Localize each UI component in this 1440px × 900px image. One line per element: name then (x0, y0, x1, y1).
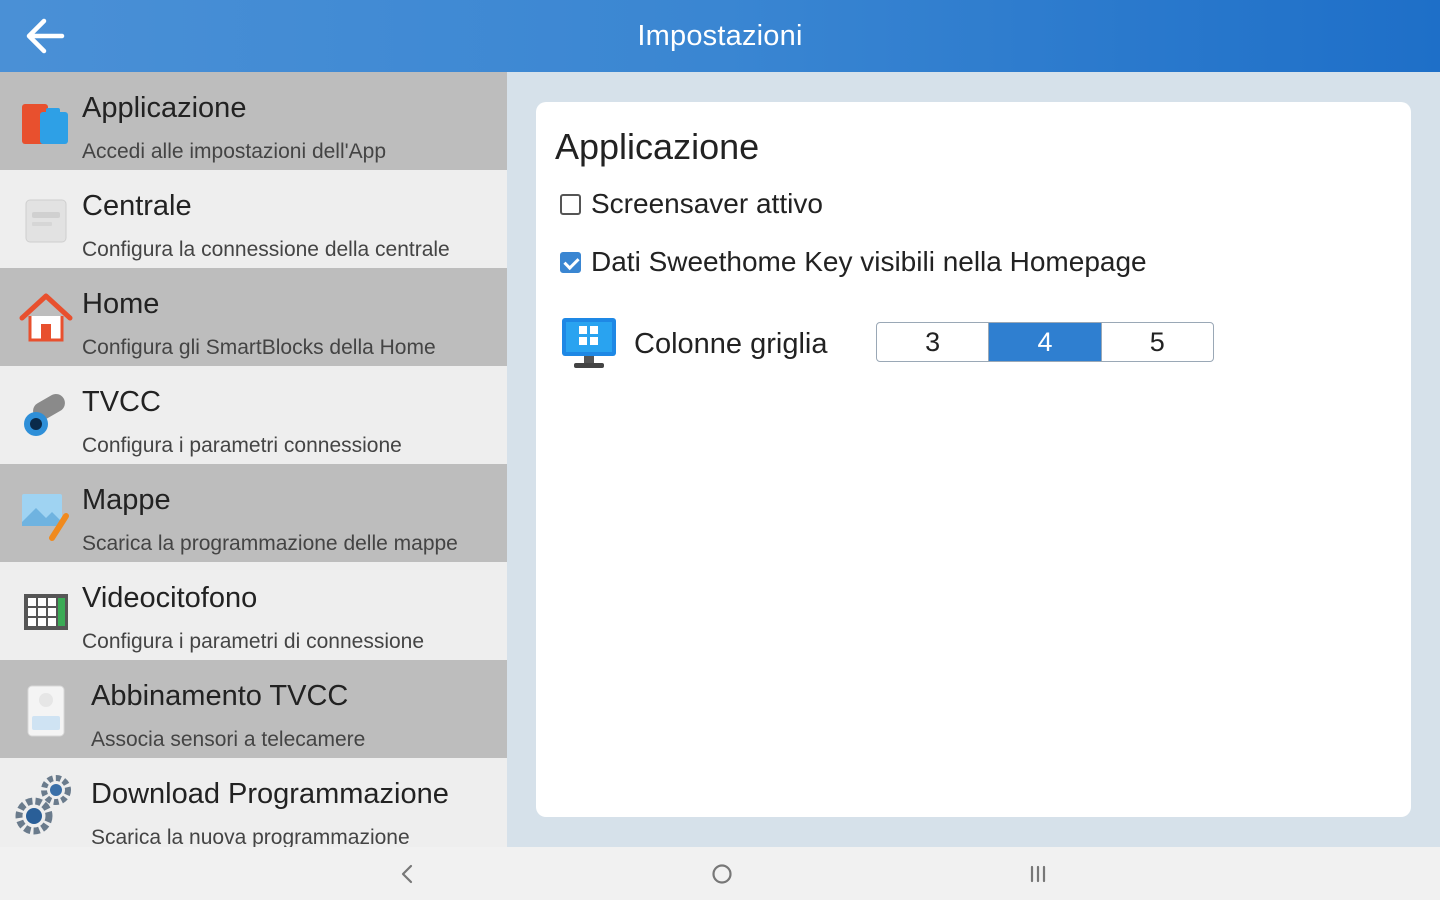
nav-back-button[interactable] (392, 861, 422, 887)
sidebar-item-tvcc[interactable]: TVCC Configura i parametri connessione (0, 366, 507, 464)
grid-option-3[interactable]: 3 (877, 323, 990, 361)
control-unit-icon (25, 199, 67, 243)
sidebar-item-subtitle: Scarica la programmazione delle mappe (82, 532, 458, 555)
nav-home-icon (712, 864, 732, 884)
home-icon (19, 293, 73, 342)
nav-back-icon (401, 864, 413, 884)
sidebar-item-applicazione[interactable]: Applicazione Accedi alle impostazioni de… (0, 72, 507, 170)
settings-card: Applicazione Screensaver attivo Dati Swe… (536, 102, 1411, 817)
sensor-pairing-icon (27, 685, 65, 737)
grid-columns-selector: 3 4 5 (876, 322, 1214, 362)
page-title: Impostazioni (637, 20, 803, 52)
sidebar-item-subtitle: Configura gli SmartBlocks della Home (82, 336, 436, 359)
gears-icon (15, 775, 71, 835)
sidebar-item-title: TVCC (82, 386, 161, 418)
sidebar-item-home[interactable]: Home Configura gli SmartBlocks della Hom… (0, 268, 507, 366)
grid-option-4[interactable]: 4 (989, 323, 1102, 361)
sweethome-label: Dati Sweethome Key visibili nella Homepa… (591, 246, 1147, 277)
sweethome-option[interactable]: Dati Sweethome Key visibili nella Homepa… (560, 246, 1147, 278)
settings-content: Applicazione Screensaver attivo Dati Swe… (507, 72, 1440, 847)
sidebar-item-title: Download Programmazione (91, 778, 449, 810)
sidebar-item-subtitle: Associa sensori a telecamere (91, 728, 366, 751)
sidebar-item-videocitofono[interactable]: Videocitofono Configura i parametri di c… (0, 562, 507, 660)
screensaver-checkbox[interactable] (560, 193, 581, 215)
sidebar-item-subtitle: Configura la connessione della centrale (82, 238, 450, 261)
screensaver-option[interactable]: Screensaver attivo (560, 188, 823, 220)
sidebar-item-mappe[interactable]: Mappe Scarica la programmazione delle ma… (0, 464, 507, 562)
sidebar-item-subtitle: Scarica la nuova programmazione (91, 826, 410, 847)
sidebar-item-subtitle: Accedi alle impostazioni dell'App (82, 140, 387, 163)
grid-columns-row: Colonne griglia 3 4 5 (560, 314, 1260, 374)
settings-sidebar: Applicazione Accedi alle impostazioni de… (0, 72, 507, 847)
sidebar-item-centrale[interactable]: Centrale Configura la connessione della … (0, 170, 507, 268)
screensaver-label: Screensaver attivo (591, 188, 823, 219)
nav-recents-button[interactable] (1023, 861, 1053, 887)
sidebar-item-title: Videocitofono (82, 582, 258, 614)
grid-option-5[interactable]: 5 (1102, 323, 1213, 361)
sidebar-item-title: Applicazione (82, 92, 247, 124)
sidebar-item-abbinamento-tvcc[interactable]: Abbinamento TVCC Associa sensori a telec… (0, 660, 507, 758)
section-title: Applicazione (555, 126, 760, 167)
grid-columns-label: Colonne griglia (634, 328, 828, 360)
nav-recents-icon (1030, 865, 1046, 883)
cctv-camera-icon (24, 394, 65, 436)
app-icon (22, 104, 68, 144)
map-picture-icon (22, 494, 69, 541)
sweethome-checkbox[interactable] (560, 251, 581, 273)
sidebar-item-download-programmazione[interactable]: Download Programmazione Scarica la nuova… (0, 758, 507, 847)
sidebar-item-title: Mappe (82, 484, 171, 516)
nav-home-button[interactable] (707, 861, 737, 887)
monitor-grid-icon (562, 318, 616, 368)
top-app-bar: Impostazioni (0, 0, 1440, 72)
sidebar-item-title: Centrale (82, 190, 192, 222)
sidebar-item-title: Home (82, 288, 160, 320)
sidebar-item-subtitle: Configura i parametri connessione (82, 434, 402, 457)
video-intercom-icon (24, 594, 68, 630)
system-navigation-bar (0, 847, 1440, 900)
sidebar-item-title: Abbinamento TVCC (91, 680, 349, 712)
sidebar-item-subtitle: Configura i parametri di connessione (82, 630, 425, 653)
